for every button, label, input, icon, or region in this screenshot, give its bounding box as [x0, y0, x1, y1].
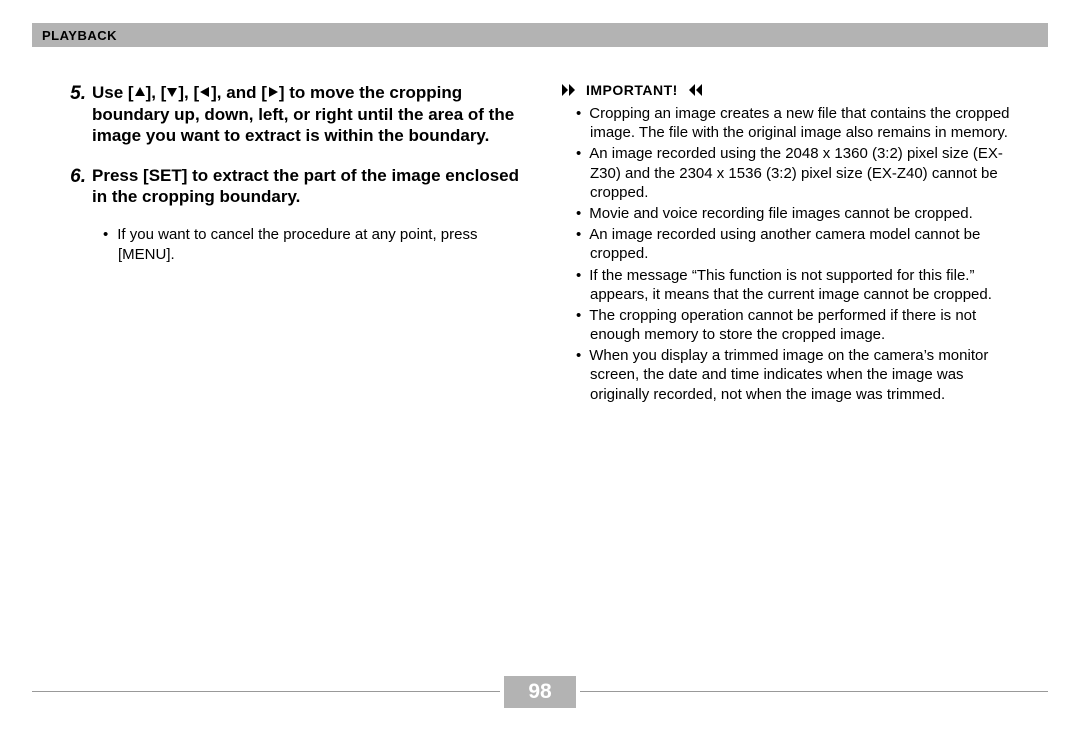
step5-text-mid2: ], [: [178, 83, 199, 102]
double-arrow-left-icon: [682, 84, 702, 96]
right-column: IMPORTANT! Cropping an image creates a n…: [546, 82, 1030, 406]
step-number: 6.: [56, 165, 92, 208]
important-bullet: An image recorded using another camera m…: [590, 225, 1030, 263]
step5-text-mid1: ], [: [146, 83, 167, 102]
left-column: 5. Use [], [], [], and [] to move the cr…: [56, 82, 526, 406]
step-number: 5.: [56, 82, 92, 147]
important-bullet: If the message “This function is not sup…: [590, 266, 1030, 304]
arrow-up-icon: [134, 82, 146, 103]
important-bullet: An image recorded using the 2048 x 1360 …: [590, 144, 1030, 202]
content-columns: 5. Use [], [], [], and [] to move the cr…: [56, 82, 1030, 406]
important-bullet: When you display a trimmed image on the …: [590, 346, 1030, 404]
step5-text-mid3: ], and [: [211, 83, 267, 102]
sub-bullet: If you want to cancel the procedure at a…: [118, 225, 526, 264]
arrow-right-icon: [267, 82, 279, 103]
step-6: 6. Press [SET] to extract the part of th…: [56, 165, 526, 208]
important-bullet: The cropping operation cannot be perform…: [590, 306, 1030, 344]
important-heading: IMPORTANT!: [562, 82, 1030, 98]
page-number: 98: [504, 676, 576, 708]
important-bullet: Cropping an image creates a new file tha…: [590, 104, 1030, 142]
step-body: Press [SET] to extract the part of the i…: [92, 165, 526, 208]
manual-page: PLAYBACK 5. Use [], [], [], and [] to mo…: [0, 0, 1080, 730]
important-bullet: Movie and voice recording file images ca…: [590, 204, 1030, 223]
arrow-down-icon: [166, 82, 178, 103]
double-arrow-right-icon: [562, 84, 582, 96]
footer-rule-left: [32, 691, 500, 692]
section-header-title: PLAYBACK: [42, 28, 117, 43]
step-body: Use [], [], [], and [] to move the cropp…: [92, 82, 526, 147]
section-header-bar: PLAYBACK: [32, 23, 1048, 47]
footer-rule-right: [580, 691, 1048, 692]
important-label: IMPORTANT!: [582, 82, 682, 98]
step5-text-pre: Use [: [92, 83, 134, 102]
step-5: 5. Use [], [], [], and [] to move the cr…: [56, 82, 526, 147]
arrow-left-icon: [199, 82, 211, 103]
